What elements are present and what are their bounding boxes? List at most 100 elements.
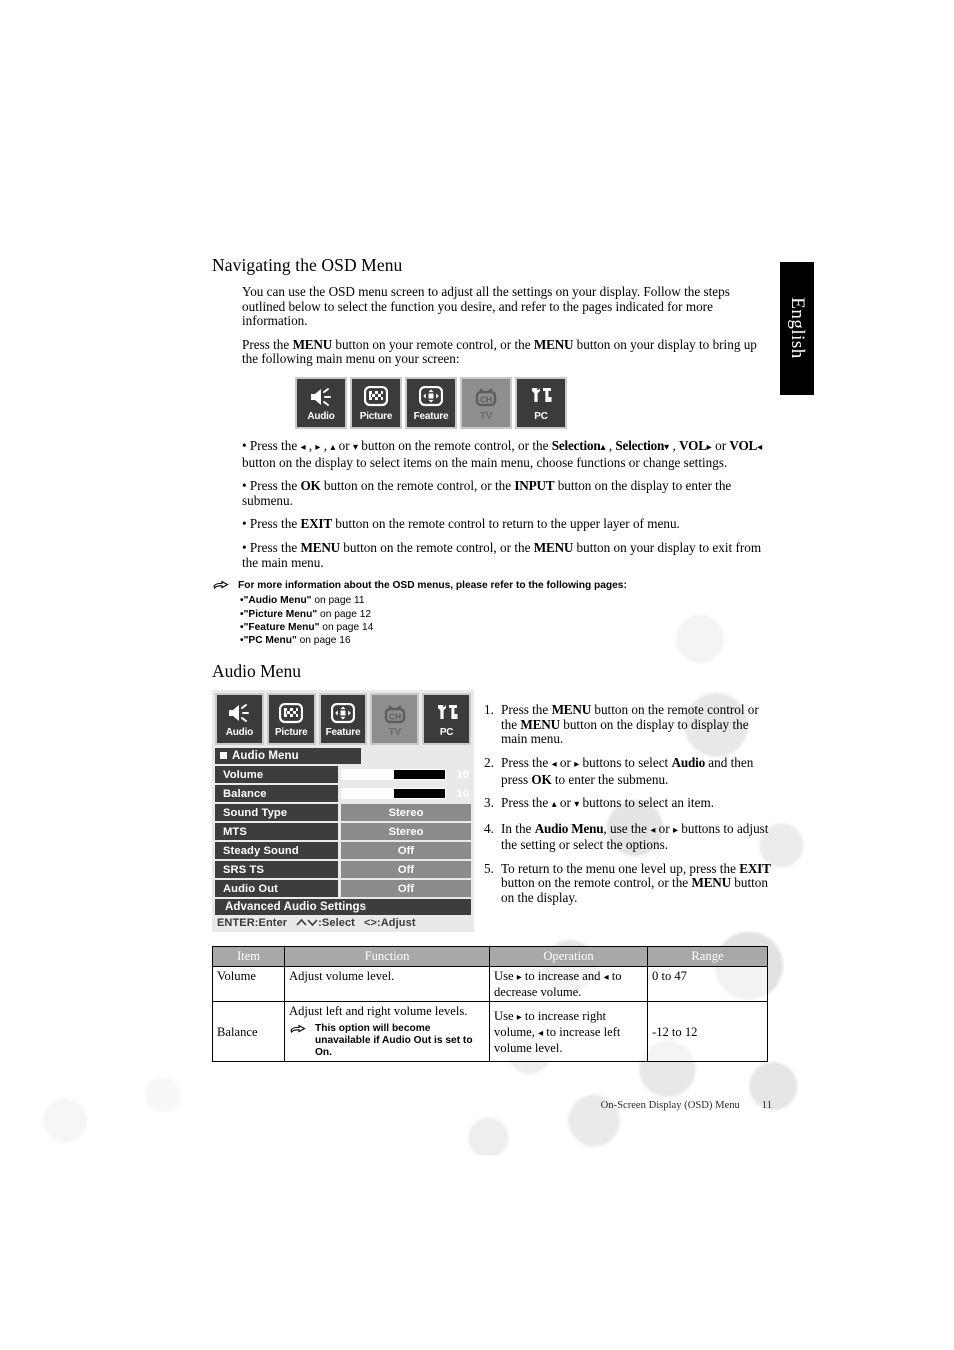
osd-tile-audio-2[interactable]: Audio xyxy=(215,693,264,746)
osd-reference-note: For more information about the OSD menus… xyxy=(212,579,772,647)
tv-ch-icon: CH xyxy=(473,383,499,411)
osd-row-advanced-audio-settings[interactable]: Advanced Audio Settings xyxy=(215,899,471,916)
osd-row-volume[interactable]: Volume 10 xyxy=(215,766,471,784)
osd-tile-tv[interactable]: CH TV xyxy=(460,376,512,429)
step-2: 2. Press the ◂ or ▸ buttons to select Aud… xyxy=(484,754,754,787)
balance-slider-track[interactable] xyxy=(341,788,446,800)
osd-row-label-mts: MTS xyxy=(215,823,338,841)
osd-row-mts[interactable]: MTS Stereo xyxy=(215,823,471,841)
bullet-square-icon xyxy=(220,752,227,760)
osd-audio-menu-screen: Audio Picture Feature CH TV PC Audio Men… xyxy=(212,690,474,933)
step-3: 3. Press the ▴ or ▾ buttons to select an … xyxy=(484,795,714,811)
balance-slider-fill xyxy=(342,789,394,799)
note-item-pc: •"PC Menu" on page 16 xyxy=(240,634,351,646)
osd-row-label-sound-type: Sound Type xyxy=(215,804,338,822)
speaker-icon xyxy=(308,383,334,411)
osd-row-slider-volume[interactable]: 10 xyxy=(341,766,471,783)
footer-section-name: On-Screen Display (OSD) Menu xyxy=(600,1100,740,1111)
osd-tile-audio[interactable]: Audio xyxy=(295,376,347,429)
note-item-picture: •"Picture Menu" on page 12 xyxy=(240,608,372,620)
hint-adjust: <>:Adjust xyxy=(363,917,416,930)
osd-row-value-steady-sound[interactable]: Off xyxy=(341,842,471,860)
osd-tile-label-pc-2: PC xyxy=(439,727,454,739)
page-title: Navigating the OSD Menu xyxy=(212,255,403,275)
bullet-menu-exit: • Press the MENU button on the remote co… xyxy=(242,539,762,570)
speaker-icon-2 xyxy=(226,699,252,727)
osd-row-slider-balance[interactable]: 10 xyxy=(341,785,471,802)
osd-row-label-audio-out: Audio Out xyxy=(215,880,338,898)
table-header-item: Item xyxy=(212,946,285,968)
osd-row-audio-out[interactable]: Audio Out Off xyxy=(215,880,471,898)
osd-row-srs-ts[interactable]: SRS TS Off xyxy=(215,861,471,879)
table-header-row: Item Function Operation Range xyxy=(212,946,768,968)
cell-range-balance: -12 to 12 xyxy=(647,1001,768,1063)
arrows-icon-2 xyxy=(330,699,355,727)
osd-tile-pc[interactable]: PC xyxy=(515,376,567,429)
osd-tile-feature[interactable]: Feature xyxy=(405,376,457,429)
cell-operation-volume: Use ▸ to increase and ◂ to decrease volu… xyxy=(489,966,648,1003)
note-item-feature: •"Feature Menu" on page 14 xyxy=(240,621,374,633)
note-reference-list: •"Audio Menu" on page 11 •"Picture Menu"… xyxy=(212,594,772,647)
osd-audio-menu-bar: Audio Picture Feature CH TV PC xyxy=(215,693,471,746)
svg-text:CH: CH xyxy=(389,711,401,721)
osd-row-value-audio-out[interactable]: Off xyxy=(341,880,471,898)
bullet-ok-input: • Press the OK button on the remote cont… xyxy=(242,478,732,508)
osd-row-value-srs-ts[interactable]: Off xyxy=(341,861,471,879)
note-heading-row: For more information about the OSD menus… xyxy=(212,579,772,592)
osd-tile-picture-2[interactable]: Picture xyxy=(266,693,316,746)
intro-paragraph-1: You can use the OSD menu screen to adjus… xyxy=(242,284,730,329)
para2-text-c: button on your remote control, or the xyxy=(332,336,534,352)
note-heading-text: For more information about the OSD menus… xyxy=(238,580,627,592)
table-header-function: Function xyxy=(284,946,490,968)
table-row-balance: Balance Adjust left and right volume lev… xyxy=(212,1001,768,1063)
cell-function-balance-note-text: This option will become unavailable if A… xyxy=(315,1023,473,1059)
balance-value: 10 xyxy=(456,787,469,800)
volume-slider-track[interactable] xyxy=(341,769,446,781)
pointing-hand-icon-2 xyxy=(290,1024,306,1034)
osd-row-steady-sound[interactable]: Steady Sound Off xyxy=(215,842,471,860)
pointing-hand-icon xyxy=(213,580,229,590)
osd-tile-label-audio-2: Audio xyxy=(225,727,254,739)
para2-key-menu-1: MENU xyxy=(292,336,333,352)
osd-row-balance[interactable]: Balance 10 xyxy=(215,785,471,803)
osd-row-sound-type[interactable]: Sound Type Stereo xyxy=(215,804,471,822)
arrows-icon xyxy=(419,383,443,411)
cell-function-balance-note: This option will become unavailable if A… xyxy=(289,1023,485,1059)
osd-tile-label-pc: PC xyxy=(534,410,548,422)
step-5: 5. To return to the menu one level up, pr… xyxy=(484,860,771,906)
hint-select: :Select xyxy=(318,917,355,930)
volume-slider-fill xyxy=(342,770,394,780)
bullet-navigation-keys: • Press the ◂ , ▸ , ▴ or ▾ button on the… xyxy=(242,437,763,470)
table-header-range: Range xyxy=(647,946,768,968)
osd-row-value-sound-type[interactable]: Stereo xyxy=(341,804,471,822)
osd-tile-feature-2[interactable]: Feature xyxy=(318,693,368,746)
step-1: 1. Press the MENU button on the remote co… xyxy=(484,702,759,747)
osd-main-menu-bar: Audio Picture Feature CH TV PC xyxy=(295,376,567,429)
cell-item-volume: Volume xyxy=(212,966,285,1003)
osd-tile-label-feature: Feature xyxy=(413,410,449,422)
audio-menu-steps: 1. Press the MENU button on the remote co… xyxy=(484,690,772,915)
cell-function-volume: Adjust volume level. xyxy=(284,966,490,1003)
osd-tile-pc-2[interactable]: PC xyxy=(422,693,471,746)
bullet-exit: • Press the EXIT button on the remote co… xyxy=(242,516,680,532)
language-tab-label: English xyxy=(787,296,808,359)
osd-tile-label-tv: TV xyxy=(479,410,493,422)
step-4: 4. In the Audio Menu, use the ◂ or ▸ butt… xyxy=(484,820,769,853)
osd-tile-picture[interactable]: Picture xyxy=(350,376,402,429)
language-tab-english: English xyxy=(780,262,814,395)
table-header-operation: Operation xyxy=(489,946,648,968)
svg-text:CH: CH xyxy=(480,395,492,405)
osd-row-value-mts[interactable]: Stereo xyxy=(341,823,471,841)
cell-function-balance: Adjust left and right volume levels. Thi… xyxy=(284,1001,490,1063)
osd-tile-label-picture: Picture xyxy=(359,410,393,422)
osd-tile-label-tv-2: TV xyxy=(388,727,402,739)
osd-tile-tv-2[interactable]: CH TV xyxy=(370,693,420,746)
volume-value: 10 xyxy=(456,768,469,781)
page-footer: On-Screen Display (OSD) Menu 11 xyxy=(0,1100,772,1111)
checker-icon xyxy=(364,383,388,411)
arrow-left-icon-2: ◂ xyxy=(757,441,763,453)
osd-menu-title-bar: Audio Menu xyxy=(215,748,361,765)
cell-operation-balance: Use ▸ to increase right volume, ◂ to inc… xyxy=(489,1001,648,1063)
note-item-audio: •"Audio Menu" on page 11 xyxy=(240,595,365,607)
osd-menu-title-text: Audio Menu xyxy=(232,750,299,763)
